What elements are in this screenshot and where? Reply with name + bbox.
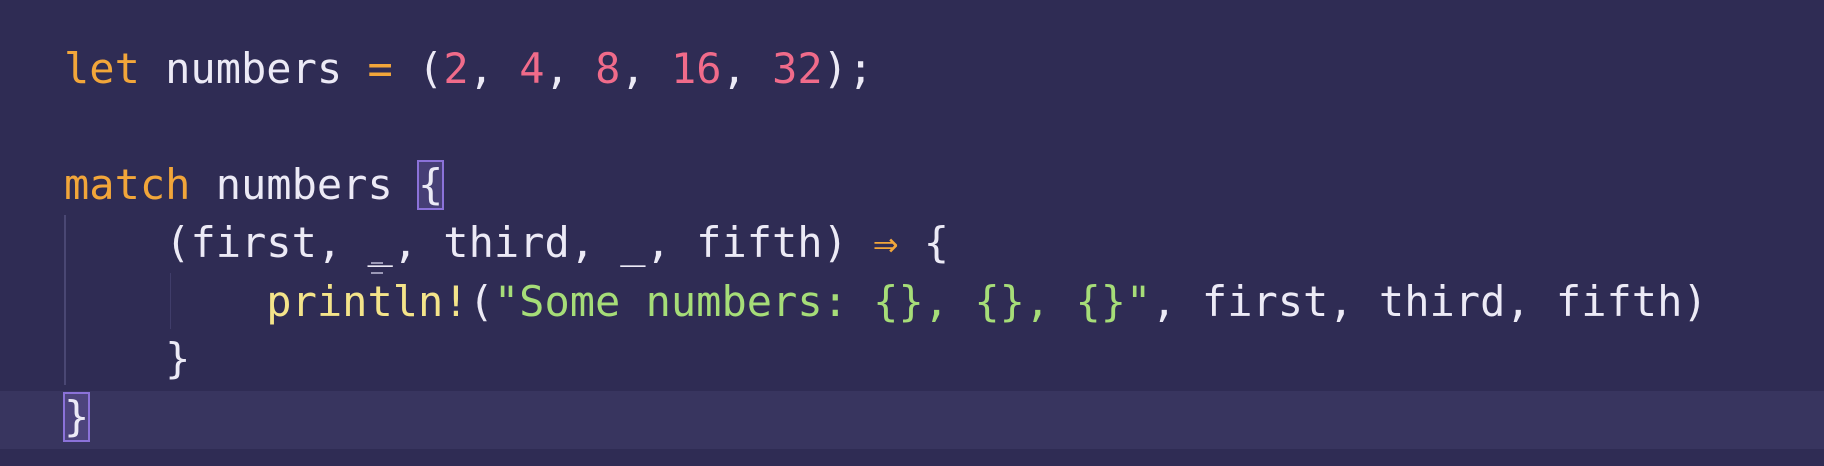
open-paren: ( — [392, 44, 444, 93]
matched-bracket-open: { — [417, 160, 445, 210]
text-cursor-icon — [371, 262, 383, 274]
number-literal: 16 — [670, 44, 722, 93]
code-line-4[interactable]: println!("Some numbers: {}, {}, {}", fir… — [64, 273, 1708, 331]
open-paren: ( — [468, 277, 494, 326]
comma: , — [544, 44, 596, 93]
tuple-pattern: (first, _, third, _, fifth) — [165, 218, 874, 267]
code-line-1[interactable]: let numbers = (2, 4, 8, 16, 32); — [64, 40, 873, 98]
variable-numbers: numbers — [139, 44, 368, 93]
code-line-5[interactable]: } — [64, 330, 190, 388]
comma: , — [620, 44, 671, 93]
string-literal: "Some numbers: {}, {}, {}" — [493, 277, 1152, 326]
fat-arrow: ⇒ — [873, 218, 899, 267]
close-paren-semicolon: ); — [822, 44, 874, 93]
comma: , — [468, 44, 520, 93]
number-literal: 8 — [595, 44, 621, 93]
matched-bracket-close: } — [62, 392, 91, 442]
macro-println: println! — [266, 277, 469, 326]
number-literal: 4 — [519, 44, 545, 93]
open-brace: { — [898, 218, 950, 267]
keyword-let: let — [64, 44, 140, 93]
assign-operator: = — [367, 44, 393, 93]
number-literal: 32 — [772, 44, 823, 93]
code-line-2[interactable]: match numbers { — [64, 156, 445, 214]
code-editor[interactable]: let numbers = (2, 4, 8, 16, 32); match n… — [0, 0, 1824, 466]
code-line-6[interactable]: } — [62, 388, 91, 446]
comma: , — [721, 44, 773, 93]
keyword-match: match — [64, 160, 191, 209]
code-line-3[interactable]: (first, _, third, _, fifth) ⇒ { — [64, 214, 949, 272]
variable-numbers: numbers — [190, 160, 419, 209]
current-line-highlight — [0, 391, 1824, 449]
number-literal: 2 — [443, 44, 469, 93]
macro-arguments: , first, third, fifth) — [1151, 277, 1708, 326]
close-brace: } — [165, 334, 191, 383]
